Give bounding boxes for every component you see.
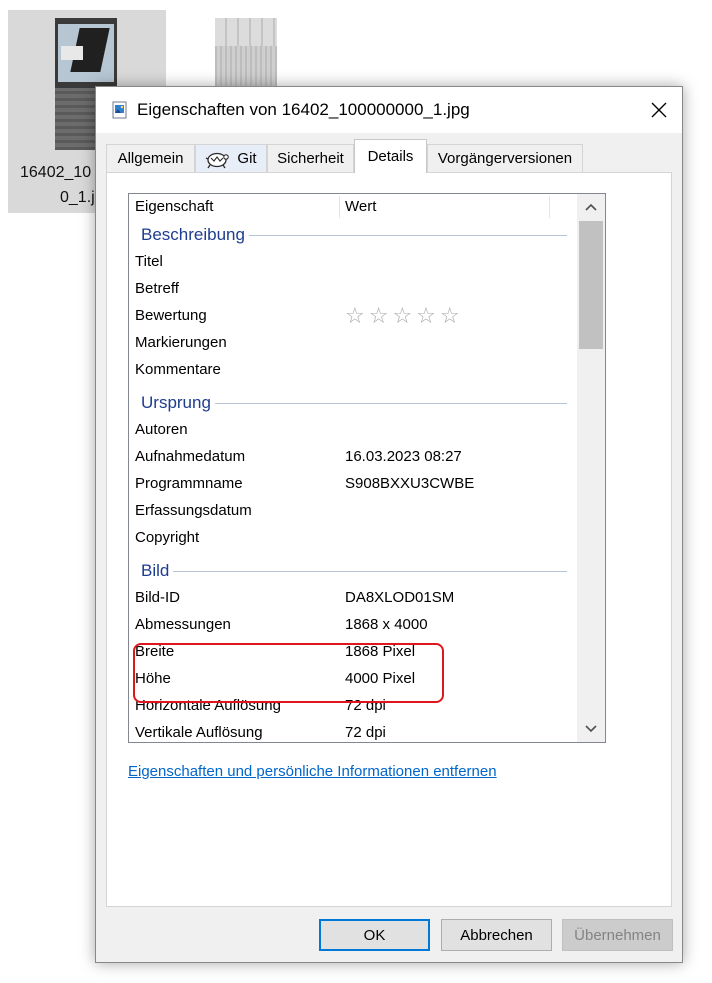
image-file-icon [112,101,127,119]
tab-git[interactable]: Git [195,144,267,172]
thumbnail-shape [61,46,83,60]
apply-button[interactable]: Übernehmen [562,919,673,951]
table-row[interactable]: Bild-ID DA8XLOD01SM [129,584,577,611]
table-row[interactable]: Aufnahmedatum 16.03.2023 08:27 [129,443,577,470]
thumbnail-keyboard [215,18,277,46]
rating-stars[interactable]: ☆☆☆☆☆ [345,302,464,329]
table-row[interactable]: Bewertung ☆☆☆☆☆ [129,302,577,329]
tab-general[interactable]: Allgemein [106,144,195,172]
group-divider [141,571,567,572]
table-row[interactable]: Titel [129,248,577,275]
list-header: Eigenschaft Wert [129,194,577,220]
scroll-down-button[interactable] [577,716,605,742]
close-icon [651,102,667,118]
vertical-scrollbar[interactable] [577,194,605,742]
tab-details[interactable]: Details [354,139,427,173]
table-row[interactable]: Autoren [129,416,577,443]
header-value[interactable]: Wert [339,194,549,220]
close-button[interactable] [636,87,682,133]
table-row[interactable]: Breite 1868 Pixel [129,638,577,665]
properties-dialog: Eigenschaften von 16402_100000000_1.jpg … [95,86,683,963]
scrollbar-thumb[interactable] [579,221,603,349]
scroll-up-button[interactable] [577,194,605,220]
table-row[interactable]: Höhe 4000 Pixel [129,665,577,692]
table-row[interactable]: Erfassungsdatum [129,497,577,524]
group-image: Bild [129,557,577,585]
tab-previous-versions[interactable]: Vorgängerversionen [427,144,583,172]
details-panel: Eigenschaft Wert Beschreibung Titel Betr… [106,172,672,907]
table-row[interactable]: Programmname S908BXXU3CWBE [129,470,577,497]
chevron-up-icon [585,203,597,211]
table-row[interactable]: Kommentare [129,356,577,383]
group-origin: Ursprung [129,389,577,417]
remove-properties-link[interactable]: Eigenschaften und persönliche Informatio… [128,763,497,780]
table-row[interactable]: Horizontale Auflösung 72 dpi [129,692,577,719]
column-divider[interactable] [549,196,550,218]
property-list[interactable]: Eigenschaft Wert Beschreibung Titel Betr… [128,193,606,743]
tab-security[interactable]: Sicherheit [267,144,354,172]
header-property[interactable]: Eigenschaft [129,194,339,220]
table-row[interactable]: Markierungen [129,329,577,356]
title-bar[interactable]: Eigenschaften von 16402_100000000_1.jpg [96,87,682,133]
tortoisegit-icon [206,152,230,168]
chevron-down-icon [585,725,597,733]
window-title: Eigenschaften von 16402_100000000_1.jpg [137,100,470,119]
table-row[interactable]: Vertikale Auflösung 72 dpi [129,719,577,742]
table-row[interactable]: Copyright [129,524,577,551]
ok-button[interactable]: OK [319,919,430,951]
group-description: Beschreibung [129,221,577,249]
table-row[interactable]: Betreff [129,275,577,302]
table-row[interactable]: Abmessungen 1868 x 4000 [129,611,577,638]
tab-bar: Allgemein Git Sicherheit Details Vorgäng… [106,139,672,173]
cancel-button[interactable]: Abbrechen [441,919,552,951]
desktop-file-thumbnail-2[interactable] [215,18,277,88]
property-rows: Beschreibung Titel Betreff Bewertung ☆☆☆… [129,221,577,742]
